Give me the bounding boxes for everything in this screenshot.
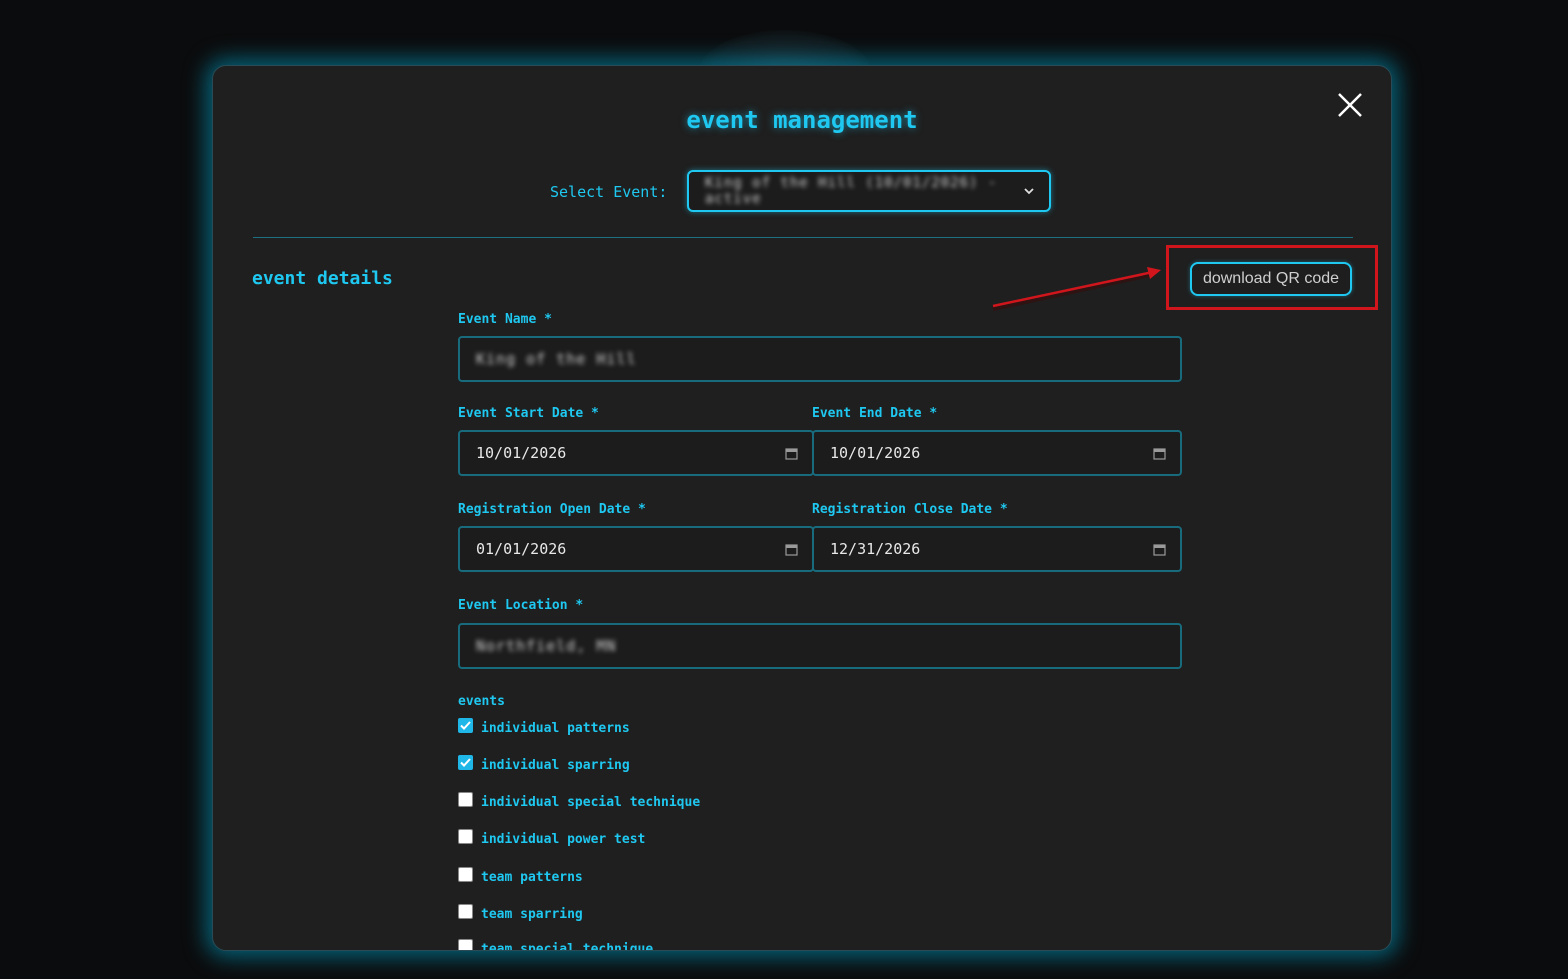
event-name-input[interactable]: King of the Hill — [458, 336, 1182, 382]
event-end-date-value: 10/01/2026 — [830, 444, 921, 462]
checkbox-individual-sparring[interactable]: individual sparring — [458, 755, 630, 773]
checkbox-team-patterns[interactable]: team patterns — [458, 867, 583, 885]
event-start-date-label: Event Start Date * — [458, 406, 599, 421]
modal-title: event management — [686, 106, 918, 134]
select-event-label: Select Event: — [550, 183, 668, 201]
checkbox-individual-patterns[interactable]: individual patterns — [458, 718, 630, 736]
chevron-down-icon — [1024, 188, 1034, 195]
checkbox-team-sparring[interactable]: team sparring — [458, 904, 583, 922]
select-event-dropdown[interactable]: King of the Hill (10/01/2026) - active — [687, 170, 1051, 212]
download-qr-code-button[interactable]: download QR code — [1190, 262, 1352, 296]
checkbox-label: individual sparring — [481, 758, 630, 773]
checkbox-label: team patterns — [481, 870, 583, 885]
checkbox-unchecked-icon[interactable] — [458, 867, 473, 882]
registration-open-date-value: 01/01/2026 — [476, 540, 567, 558]
registration-open-date-label: Registration Open Date * — [458, 502, 646, 517]
calendar-icon[interactable] — [785, 543, 798, 556]
checkbox-unchecked-icon[interactable] — [458, 829, 473, 844]
event-end-date-input[interactable]: 10/01/2026 — [812, 430, 1182, 476]
events-label: events — [458, 694, 505, 709]
annotation-arrow-icon — [992, 267, 1161, 311]
checkbox-checked-icon[interactable] — [458, 755, 473, 770]
event-location-value: Northfield, MN — [476, 637, 617, 655]
event-location-label: Event Location * — [458, 598, 584, 613]
checkbox-unchecked-icon[interactable] — [458, 792, 473, 807]
select-event-value: King of the Hill (10/01/2026) - active — [705, 175, 998, 207]
registration-close-date-label: Registration Close Date * — [812, 502, 1008, 517]
checkbox-label: individual patterns — [481, 721, 630, 736]
event-start-date-value: 10/01/2026 — [476, 444, 567, 462]
event-start-date-input[interactable]: 10/01/2026 — [458, 430, 814, 476]
checkbox-individual-special-technique[interactable]: individual special technique — [458, 792, 701, 810]
event-name-label: Event Name * — [458, 312, 552, 327]
event-management-modal: event management Select Event: King of t… — [212, 65, 1392, 951]
registration-open-date-input[interactable]: 01/01/2026 — [458, 526, 814, 572]
calendar-icon[interactable] — [785, 447, 798, 460]
close-icon[interactable] — [1333, 88, 1367, 122]
checkbox-label: individual special technique — [481, 795, 701, 810]
checkbox-checked-icon[interactable] — [458, 718, 473, 733]
calendar-icon[interactable] — [1153, 447, 1166, 460]
registration-close-date-input[interactable]: 12/31/2026 — [812, 526, 1182, 572]
checkbox-individual-power-test[interactable]: individual power test — [458, 829, 646, 847]
checkbox-unchecked-icon[interactable] — [458, 904, 473, 919]
section-title-event-details: event details — [252, 268, 393, 289]
header-divider — [253, 237, 1353, 238]
checkbox-team-special-technique[interactable]: team special technique — [458, 939, 654, 951]
event-name-value: King of the Hill — [476, 350, 637, 368]
calendar-icon[interactable] — [1153, 543, 1166, 556]
event-location-input[interactable]: Northfield, MN — [458, 623, 1182, 669]
registration-close-date-value: 12/31/2026 — [830, 540, 921, 558]
checkbox-label: team sparring — [481, 907, 583, 922]
event-end-date-label: Event End Date * — [812, 406, 938, 421]
checkbox-unchecked-icon[interactable] — [458, 939, 473, 950]
checkbox-label: team special technique — [481, 942, 654, 951]
checkbox-label: individual power test — [481, 832, 646, 847]
